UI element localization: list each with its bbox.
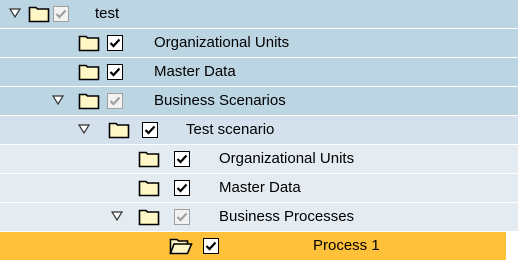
folder-icon [138,174,160,202]
folder-icon [78,58,100,86]
tree-node-label[interactable]: test [95,0,119,28]
tree-node-label[interactable]: Process 1 [313,232,380,260]
checkbox[interactable] [203,232,219,260]
folder-icon [138,203,160,231]
tree-node-test-scenario[interactable]: Test scenario [0,116,518,145]
hierarchy-tree: test Organizational Units Master Data Bu… [0,0,518,264]
tree-node-label[interactable]: Master Data [154,58,236,86]
folder-icon [108,116,130,144]
checkbox[interactable] [174,145,190,173]
tree-node-label[interactable]: Master Data [219,174,301,202]
expand-triangle-icon[interactable] [8,0,22,28]
expand-triangle-icon[interactable] [77,116,91,144]
tree-node-label[interactable]: Organizational Units [154,29,289,57]
tree-node-label[interactable]: Test scenario [186,116,274,144]
checkbox[interactable] [174,174,190,202]
tree-node-label[interactable]: Business Processes [219,203,354,231]
tree-node-master-data[interactable]: Master Data [0,174,518,203]
tree-node-process-1[interactable]: Process 1 [0,232,518,261]
checkbox-disabled [53,0,69,28]
checkbox-disabled [174,203,190,231]
folder-icon [78,29,100,57]
tree-node-test[interactable]: test [0,0,518,29]
open-folder-icon [169,232,193,260]
tree-node-organizational-units[interactable]: Organizational Units [0,29,518,58]
folder-icon [78,87,100,115]
expand-triangle-icon[interactable] [110,203,124,231]
checkbox[interactable] [142,116,158,144]
tree-node-business-processes[interactable]: Business Processes [0,203,518,232]
checkbox-disabled [107,87,123,115]
tree-node-business-scenarios[interactable]: Business Scenarios [0,87,518,116]
folder-icon [138,145,160,173]
tree-node-master-data[interactable]: Master Data [0,58,518,87]
tree-node-label[interactable]: Organizational Units [219,145,354,173]
checkbox[interactable] [107,58,123,86]
tree-node-organizational-units[interactable]: Organizational Units [0,145,518,174]
tree-node-label[interactable]: Business Scenarios [154,87,286,115]
checkbox[interactable] [107,29,123,57]
expand-triangle-icon[interactable] [51,87,65,115]
folder-icon [28,0,50,28]
